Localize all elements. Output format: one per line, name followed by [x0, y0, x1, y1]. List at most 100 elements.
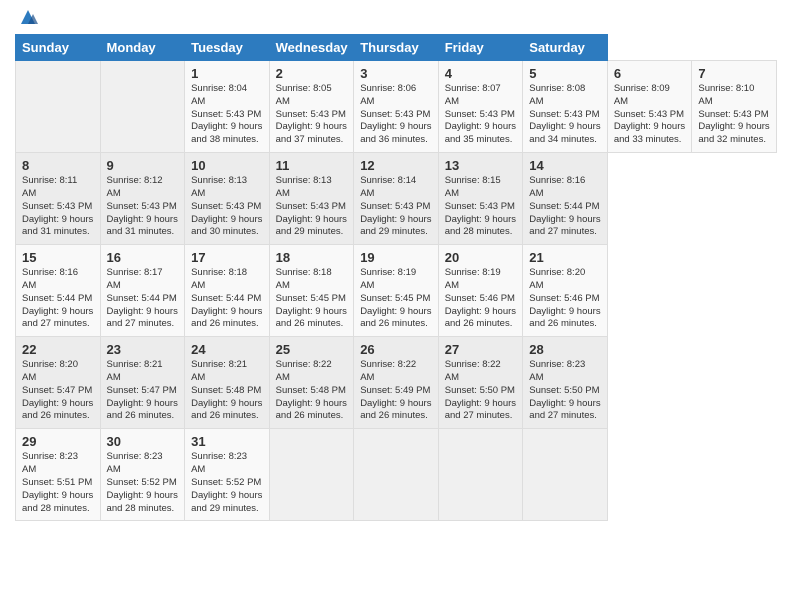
- day-info: Sunrise: 8:18 AMSunset: 5:44 PMDaylight:…: [191, 267, 262, 329]
- day-number: 24: [191, 342, 263, 357]
- day-info: Sunrise: 8:12 AMSunset: 5:43 PMDaylight:…: [107, 175, 178, 237]
- day-number: 28: [529, 342, 601, 357]
- day-number: 18: [276, 250, 348, 265]
- day-info: Sunrise: 8:21 AMSunset: 5:48 PMDaylight:…: [191, 359, 262, 421]
- day-number: 12: [360, 158, 432, 173]
- calendar-cell: 21 Sunrise: 8:20 AMSunset: 5:46 PMDaylig…: [523, 245, 608, 337]
- calendar-cell: 16 Sunrise: 8:17 AMSunset: 5:44 PMDaylig…: [100, 245, 185, 337]
- calendar-cell: 17 Sunrise: 8:18 AMSunset: 5:44 PMDaylig…: [185, 245, 270, 337]
- calendar-cell: 1 Sunrise: 8:04 AMSunset: 5:43 PMDayligh…: [185, 61, 270, 153]
- day-info: Sunrise: 8:22 AMSunset: 5:49 PMDaylight:…: [360, 359, 431, 421]
- calendar-cell: 15 Sunrise: 8:16 AMSunset: 5:44 PMDaylig…: [16, 245, 101, 337]
- day-info: Sunrise: 8:22 AMSunset: 5:48 PMDaylight:…: [276, 359, 347, 421]
- calendar-cell: 13 Sunrise: 8:15 AMSunset: 5:43 PMDaylig…: [438, 153, 523, 245]
- calendar-cell: 5 Sunrise: 8:08 AMSunset: 5:43 PMDayligh…: [523, 61, 608, 153]
- day-info: Sunrise: 8:20 AMSunset: 5:46 PMDaylight:…: [529, 267, 600, 329]
- day-info: Sunrise: 8:14 AMSunset: 5:43 PMDaylight:…: [360, 175, 431, 237]
- calendar-cell: [354, 429, 439, 521]
- calendar-cell: 25 Sunrise: 8:22 AMSunset: 5:48 PMDaylig…: [269, 337, 354, 429]
- day-info: Sunrise: 8:04 AMSunset: 5:43 PMDaylight:…: [191, 83, 262, 145]
- day-info: Sunrise: 8:19 AMSunset: 5:45 PMDaylight:…: [360, 267, 431, 329]
- day-info: Sunrise: 8:09 AMSunset: 5:43 PMDaylight:…: [614, 83, 685, 145]
- calendar-table: SundayMondayTuesdayWednesdayThursdayFrid…: [15, 34, 777, 521]
- page-container: SundayMondayTuesdayWednesdayThursdayFrid…: [0, 0, 792, 531]
- day-info: Sunrise: 8:15 AMSunset: 5:43 PMDaylight:…: [445, 175, 516, 237]
- day-info: Sunrise: 8:23 AMSunset: 5:52 PMDaylight:…: [107, 451, 178, 513]
- day-info: Sunrise: 8:16 AMSunset: 5:44 PMDaylight:…: [529, 175, 600, 237]
- calendar-cell: 12 Sunrise: 8:14 AMSunset: 5:43 PMDaylig…: [354, 153, 439, 245]
- logo-icon: [17, 6, 39, 28]
- calendar-cell: 26 Sunrise: 8:22 AMSunset: 5:49 PMDaylig…: [354, 337, 439, 429]
- day-number: 30: [107, 434, 179, 449]
- day-info: Sunrise: 8:07 AMSunset: 5:43 PMDaylight:…: [445, 83, 516, 145]
- calendar-cell: 6 Sunrise: 8:09 AMSunset: 5:43 PMDayligh…: [607, 61, 692, 153]
- day-number: 25: [276, 342, 348, 357]
- day-number: 1: [191, 66, 263, 81]
- calendar-cell: [100, 61, 185, 153]
- day-info: Sunrise: 8:23 AMSunset: 5:50 PMDaylight:…: [529, 359, 600, 421]
- day-number: 20: [445, 250, 517, 265]
- logo: [15, 10, 39, 28]
- day-info: Sunrise: 8:21 AMSunset: 5:47 PMDaylight:…: [107, 359, 178, 421]
- day-header-sunday: Sunday: [16, 35, 101, 61]
- calendar-week-3: 15 Sunrise: 8:16 AMSunset: 5:44 PMDaylig…: [16, 245, 777, 337]
- day-number: 6: [614, 66, 686, 81]
- day-header-tuesday: Tuesday: [185, 35, 270, 61]
- calendar-cell: 10 Sunrise: 8:13 AMSunset: 5:43 PMDaylig…: [185, 153, 270, 245]
- day-number: 9: [107, 158, 179, 173]
- day-header-friday: Friday: [438, 35, 523, 61]
- day-number: 13: [445, 158, 517, 173]
- day-number: 15: [22, 250, 94, 265]
- calendar-cell: [16, 61, 101, 153]
- calendar-week-5: 29 Sunrise: 8:23 AMSunset: 5:51 PMDaylig…: [16, 429, 777, 521]
- calendar-cell: 27 Sunrise: 8:22 AMSunset: 5:50 PMDaylig…: [438, 337, 523, 429]
- calendar-cell: 22 Sunrise: 8:20 AMSunset: 5:47 PMDaylig…: [16, 337, 101, 429]
- day-info: Sunrise: 8:17 AMSunset: 5:44 PMDaylight:…: [107, 267, 178, 329]
- calendar-cell: 24 Sunrise: 8:21 AMSunset: 5:48 PMDaylig…: [185, 337, 270, 429]
- calendar-header-row: SundayMondayTuesdayWednesdayThursdayFrid…: [16, 35, 777, 61]
- day-number: 27: [445, 342, 517, 357]
- calendar-cell: 28 Sunrise: 8:23 AMSunset: 5:50 PMDaylig…: [523, 337, 608, 429]
- header: [15, 10, 777, 28]
- day-header-wednesday: Wednesday: [269, 35, 354, 61]
- day-info: Sunrise: 8:13 AMSunset: 5:43 PMDaylight:…: [276, 175, 347, 237]
- day-info: Sunrise: 8:10 AMSunset: 5:43 PMDaylight:…: [698, 83, 769, 145]
- day-info: Sunrise: 8:18 AMSunset: 5:45 PMDaylight:…: [276, 267, 347, 329]
- day-number: 29: [22, 434, 94, 449]
- calendar-cell: 9 Sunrise: 8:12 AMSunset: 5:43 PMDayligh…: [100, 153, 185, 245]
- calendar-cell: 11 Sunrise: 8:13 AMSunset: 5:43 PMDaylig…: [269, 153, 354, 245]
- day-number: 8: [22, 158, 94, 173]
- day-number: 7: [698, 66, 770, 81]
- day-info: Sunrise: 8:23 AMSunset: 5:52 PMDaylight:…: [191, 451, 262, 513]
- day-number: 16: [107, 250, 179, 265]
- calendar-cell: 4 Sunrise: 8:07 AMSunset: 5:43 PMDayligh…: [438, 61, 523, 153]
- day-number: 22: [22, 342, 94, 357]
- day-number: 21: [529, 250, 601, 265]
- day-number: 31: [191, 434, 263, 449]
- day-number: 4: [445, 66, 517, 81]
- day-number: 17: [191, 250, 263, 265]
- day-header-thursday: Thursday: [354, 35, 439, 61]
- calendar-cell: 3 Sunrise: 8:06 AMSunset: 5:43 PMDayligh…: [354, 61, 439, 153]
- day-number: 23: [107, 342, 179, 357]
- calendar-cell: [523, 429, 608, 521]
- day-number: 26: [360, 342, 432, 357]
- day-info: Sunrise: 8:23 AMSunset: 5:51 PMDaylight:…: [22, 451, 93, 513]
- calendar-cell: 31 Sunrise: 8:23 AMSunset: 5:52 PMDaylig…: [185, 429, 270, 521]
- day-number: 11: [276, 158, 348, 173]
- calendar-week-4: 22 Sunrise: 8:20 AMSunset: 5:47 PMDaylig…: [16, 337, 777, 429]
- calendar-cell: 30 Sunrise: 8:23 AMSunset: 5:52 PMDaylig…: [100, 429, 185, 521]
- calendar-cell: 23 Sunrise: 8:21 AMSunset: 5:47 PMDaylig…: [100, 337, 185, 429]
- calendar-cell: 7 Sunrise: 8:10 AMSunset: 5:43 PMDayligh…: [692, 61, 777, 153]
- day-number: 19: [360, 250, 432, 265]
- day-info: Sunrise: 8:22 AMSunset: 5:50 PMDaylight:…: [445, 359, 516, 421]
- calendar-cell: [269, 429, 354, 521]
- calendar-cell: 29 Sunrise: 8:23 AMSunset: 5:51 PMDaylig…: [16, 429, 101, 521]
- day-number: 2: [276, 66, 348, 81]
- calendar-cell: 8 Sunrise: 8:11 AMSunset: 5:43 PMDayligh…: [16, 153, 101, 245]
- day-info: Sunrise: 8:11 AMSunset: 5:43 PMDaylight:…: [22, 175, 93, 237]
- day-info: Sunrise: 8:20 AMSunset: 5:47 PMDaylight:…: [22, 359, 93, 421]
- day-info: Sunrise: 8:08 AMSunset: 5:43 PMDaylight:…: [529, 83, 600, 145]
- day-info: Sunrise: 8:19 AMSunset: 5:46 PMDaylight:…: [445, 267, 516, 329]
- day-header-saturday: Saturday: [523, 35, 608, 61]
